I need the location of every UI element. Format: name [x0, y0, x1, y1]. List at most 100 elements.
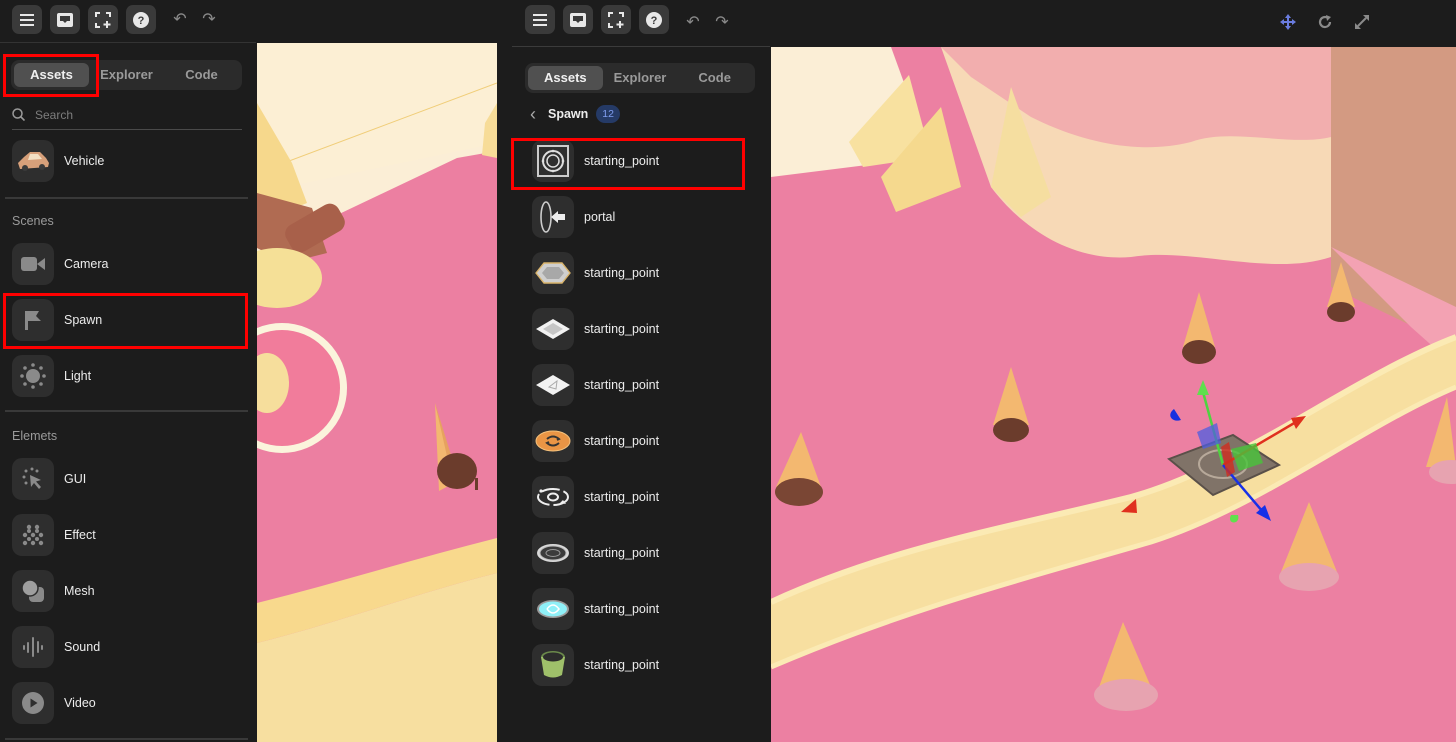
asset-item-gui[interactable]: GUI	[12, 457, 244, 501]
section-title-scenes: Scenes	[12, 214, 54, 228]
hexagon-pad-thumbnail-icon	[532, 252, 574, 294]
scale-tool-button[interactable]	[1352, 11, 1372, 33]
asset-item-label: Vehicle	[64, 154, 105, 168]
spawn-asset-label: portal	[584, 210, 616, 224]
help-button[interactable]: ?	[126, 5, 156, 34]
rotate-icon	[1318, 15, 1332, 29]
spawn-asset-label: starting_point	[584, 266, 660, 280]
inbox-button[interactable]	[563, 5, 593, 34]
orange-ring-pad-thumbnail-icon	[532, 420, 574, 462]
redo-icon: ↷	[715, 14, 729, 31]
assets-sidebar: Assets Explorer Code Vehicle Scenes Came…	[0, 42, 256, 742]
search-input[interactable]	[35, 107, 225, 122]
spawn-asset-label: starting_point	[584, 378, 660, 392]
scene-viewport[interactable]	[257, 43, 497, 742]
asset-item-light[interactable]: Light	[12, 354, 244, 398]
asset-item-label: Light	[64, 369, 92, 383]
search-icon	[12, 108, 25, 121]
spawn-asset-item[interactable]: starting_point	[532, 419, 764, 463]
tab-explorer[interactable]: Explorer	[603, 66, 678, 90]
add-frame-button[interactable]	[88, 5, 118, 34]
help-button[interactable]: ?	[639, 5, 669, 34]
spawn-asset-item[interactable]: portal	[532, 195, 764, 239]
menu-button[interactable]	[12, 5, 42, 34]
spawn-asset-item[interactable]: starting_point	[532, 531, 764, 575]
cyan-swirl-disc-thumbnail-icon	[532, 588, 574, 630]
asset-item-mesh[interactable]: Mesh	[12, 569, 244, 613]
undo-button[interactable]: ↶	[683, 11, 703, 33]
asset-item-label: Camera	[64, 257, 109, 271]
orbit-ring-thumbnail-icon	[532, 476, 574, 518]
asset-item-label: GUI	[64, 472, 87, 486]
section-divider	[5, 410, 248, 412]
scene-render	[257, 43, 497, 742]
tab-assets[interactable]: Assets	[528, 66, 603, 90]
tab-code[interactable]: Code	[677, 66, 752, 90]
asset-item-video[interactable]: Video	[12, 681, 244, 725]
green-pot-thumbnail-icon	[532, 644, 574, 686]
sun-icon	[12, 355, 54, 397]
cursor-click-icon	[12, 458, 54, 500]
asset-item-label: Sound	[64, 640, 101, 654]
flag-icon	[12, 299, 54, 341]
asset-item-label: Mesh	[64, 584, 95, 598]
frame-add-icon	[95, 11, 111, 28]
asset-item-vehicle[interactable]: Vehicle	[12, 139, 244, 183]
hamburger-menu-icon	[20, 13, 34, 26]
spawn-asset-item[interactable]: starting_point	[532, 643, 764, 687]
count-badge: 12	[596, 105, 620, 123]
chevron-left-icon[interactable]: ‹	[530, 104, 536, 125]
spawn-asset-item[interactable]: starting_point	[532, 587, 764, 631]
spawn-asset-label: starting_point	[584, 490, 660, 504]
tab-assets[interactable]: Assets	[14, 63, 89, 87]
scene-viewport[interactable]	[771, 47, 1456, 742]
play-circle-icon	[12, 682, 54, 724]
shapes-icon	[12, 570, 54, 612]
asset-item-effect[interactable]: Effect	[12, 513, 244, 557]
spawn-asset-item[interactable]: starting_point	[532, 475, 764, 519]
spawn-asset-label: starting_point	[584, 546, 660, 560]
video-camera-icon	[12, 243, 54, 285]
inbox-tray-icon	[570, 12, 586, 27]
asset-item-sound[interactable]: Sound	[12, 625, 244, 669]
rotate-tool-button[interactable]	[1315, 11, 1335, 33]
scale-diagonal-icon	[1355, 15, 1369, 29]
asset-item-label: Effect	[64, 528, 96, 542]
redo-button[interactable]: ↷	[199, 8, 219, 30]
svg-text:?: ?	[138, 15, 145, 27]
car-icon	[12, 140, 54, 182]
asset-item-spawn[interactable]: Spawn	[12, 298, 244, 342]
right-editor-screenshot: ? ↶ ↷ Assets Explorer Code ‹ Spawn 12 st…	[497, 0, 1456, 742]
spawn-asset-item[interactable]: starting_point	[532, 251, 764, 295]
inbox-button[interactable]	[50, 5, 80, 34]
sidebar-tabs: Assets Explorer Code	[525, 63, 755, 93]
undo-button[interactable]: ↶	[170, 8, 190, 30]
svg-text:?: ?	[651, 15, 658, 27]
left-editor-screenshot: ? ↶ ↷ Assets Explorer Code Vehicle Scene…	[0, 0, 497, 742]
tab-explorer[interactable]: Explorer	[89, 63, 164, 87]
tab-code[interactable]: Code	[164, 63, 239, 87]
ornate-disc-thumbnail-icon	[532, 532, 574, 574]
breadcrumb-title: Spawn	[548, 107, 589, 121]
spawn-asset-item[interactable]: starting_point	[532, 307, 764, 351]
portal-ring-thumbnail-icon	[532, 196, 574, 238]
question-circle-icon: ?	[133, 11, 149, 28]
add-frame-button[interactable]	[601, 5, 631, 34]
section-divider	[5, 738, 248, 740]
diamond-pad-thumbnail-icon	[532, 308, 574, 350]
menu-button[interactable]	[525, 5, 555, 34]
particles-icon	[12, 514, 54, 556]
asset-item-camera[interactable]: Camera	[12, 242, 244, 286]
spawn-asset-label: starting_point	[584, 434, 660, 448]
redo-button[interactable]: ↷	[712, 11, 732, 33]
spawn-asset-label: starting_point	[584, 322, 660, 336]
frame-add-icon	[608, 11, 624, 28]
move-tool-button[interactable]	[1278, 11, 1298, 33]
spawn-asset-item[interactable]: starting_point	[532, 139, 764, 183]
sound-wave-icon	[12, 626, 54, 668]
sidebar-tabs: Assets Explorer Code	[11, 60, 242, 90]
question-circle-icon: ?	[646, 11, 662, 28]
spawn-asset-item[interactable]: starting_point	[532, 363, 764, 407]
undo-icon: ↶	[686, 14, 700, 31]
breadcrumb: ‹ Spawn 12	[530, 103, 620, 125]
